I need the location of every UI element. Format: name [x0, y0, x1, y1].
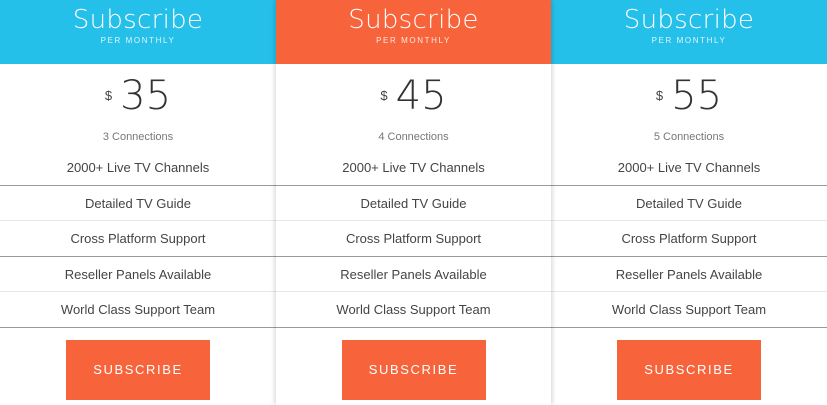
- feature-item: 2000+ Live TV Channels: [551, 150, 827, 186]
- subscribe-button[interactable]: SUBSCRIBE: [341, 339, 486, 400]
- plan-card-premium: Subscribe PER MONTHLY $ 55 5 Connections…: [551, 0, 827, 405]
- plan-title: Subscribe: [623, 5, 755, 35]
- feature-item: Reseller Panels Available: [0, 257, 276, 292]
- plan-header: Subscribe PER MONTHLY: [0, 0, 276, 64]
- feature-item: Detailed TV Guide: [551, 186, 827, 221]
- feature-item: 2000+ Live TV Channels: [0, 150, 276, 186]
- connections-count: 4 Connections: [378, 131, 449, 143]
- feature-item: World Class Support Team: [276, 292, 551, 328]
- connections-count: 5 Connections: [653, 131, 725, 143]
- plan-price: $ 35: [0, 64, 276, 130]
- feature-item: Cross Platform Support: [551, 221, 827, 257]
- subscribe-button[interactable]: SUBSCRIBE: [617, 339, 761, 400]
- feature-list: 2000+ Live TV Channels Detailed TV Guide…: [551, 150, 827, 328]
- plan-card-standard: Subscribe PER MONTHLY $ 45 4 Connections…: [276, 0, 551, 405]
- plan-price: $ 55: [551, 64, 827, 130]
- connections-count: 3 Connections: [102, 131, 174, 143]
- feature-item: World Class Support Team: [551, 292, 827, 328]
- plan-title: Subscribe: [348, 5, 479, 35]
- plan-subtitle: PER MONTHLY: [651, 36, 727, 45]
- plan-header: Subscribe PER MONTHLY: [551, 0, 827, 64]
- button-wrap: SUBSCRIBE: [276, 328, 551, 400]
- plan-price: $ 45: [276, 64, 551, 130]
- pricing-table: Subscribe PER MONTHLY $ 35 3 Connections…: [0, 0, 827, 405]
- plan-header: Subscribe PER MONTHLY: [276, 0, 551, 64]
- price-amount: 55: [671, 73, 723, 119]
- feature-item: Detailed TV Guide: [0, 186, 276, 221]
- feature-item: Cross Platform Support: [0, 221, 276, 257]
- price-amount: 35: [120, 73, 172, 119]
- subscribe-button[interactable]: SUBSCRIBE: [66, 339, 210, 400]
- currency-symbol: $: [104, 88, 113, 103]
- feature-item: World Class Support Team: [0, 292, 276, 328]
- feature-list: 2000+ Live TV Channels Detailed TV Guide…: [0, 150, 276, 328]
- feature-item: Cross Platform Support: [276, 221, 551, 257]
- feature-item: Reseller Panels Available: [276, 257, 551, 292]
- plan-card-basic: Subscribe PER MONTHLY $ 35 3 Connections…: [0, 0, 276, 405]
- feature-item: Reseller Panels Available: [551, 257, 827, 292]
- button-wrap: SUBSCRIBE: [0, 328, 276, 400]
- currency-symbol: $: [655, 88, 664, 103]
- feature-list: 2000+ Live TV Channels Detailed TV Guide…: [276, 150, 551, 328]
- plan-subtitle: PER MONTHLY: [376, 36, 451, 45]
- button-wrap: SUBSCRIBE: [551, 328, 827, 400]
- feature-item: 2000+ Live TV Channels: [276, 150, 551, 186]
- feature-item: Detailed TV Guide: [276, 186, 551, 221]
- plan-title: Subscribe: [72, 5, 204, 35]
- price-amount: 45: [395, 73, 447, 119]
- currency-symbol: $: [380, 88, 388, 103]
- plan-subtitle: PER MONTHLY: [100, 36, 176, 45]
